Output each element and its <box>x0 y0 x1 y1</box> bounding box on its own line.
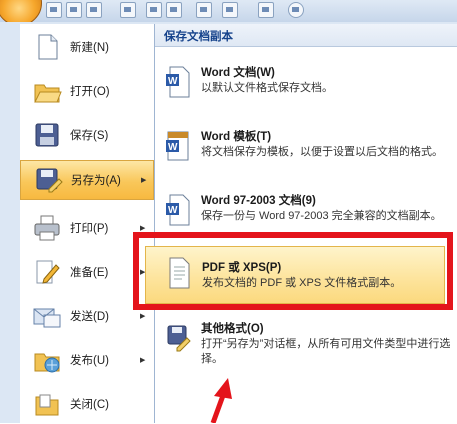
red-arrow-icon <box>210 378 232 423</box>
